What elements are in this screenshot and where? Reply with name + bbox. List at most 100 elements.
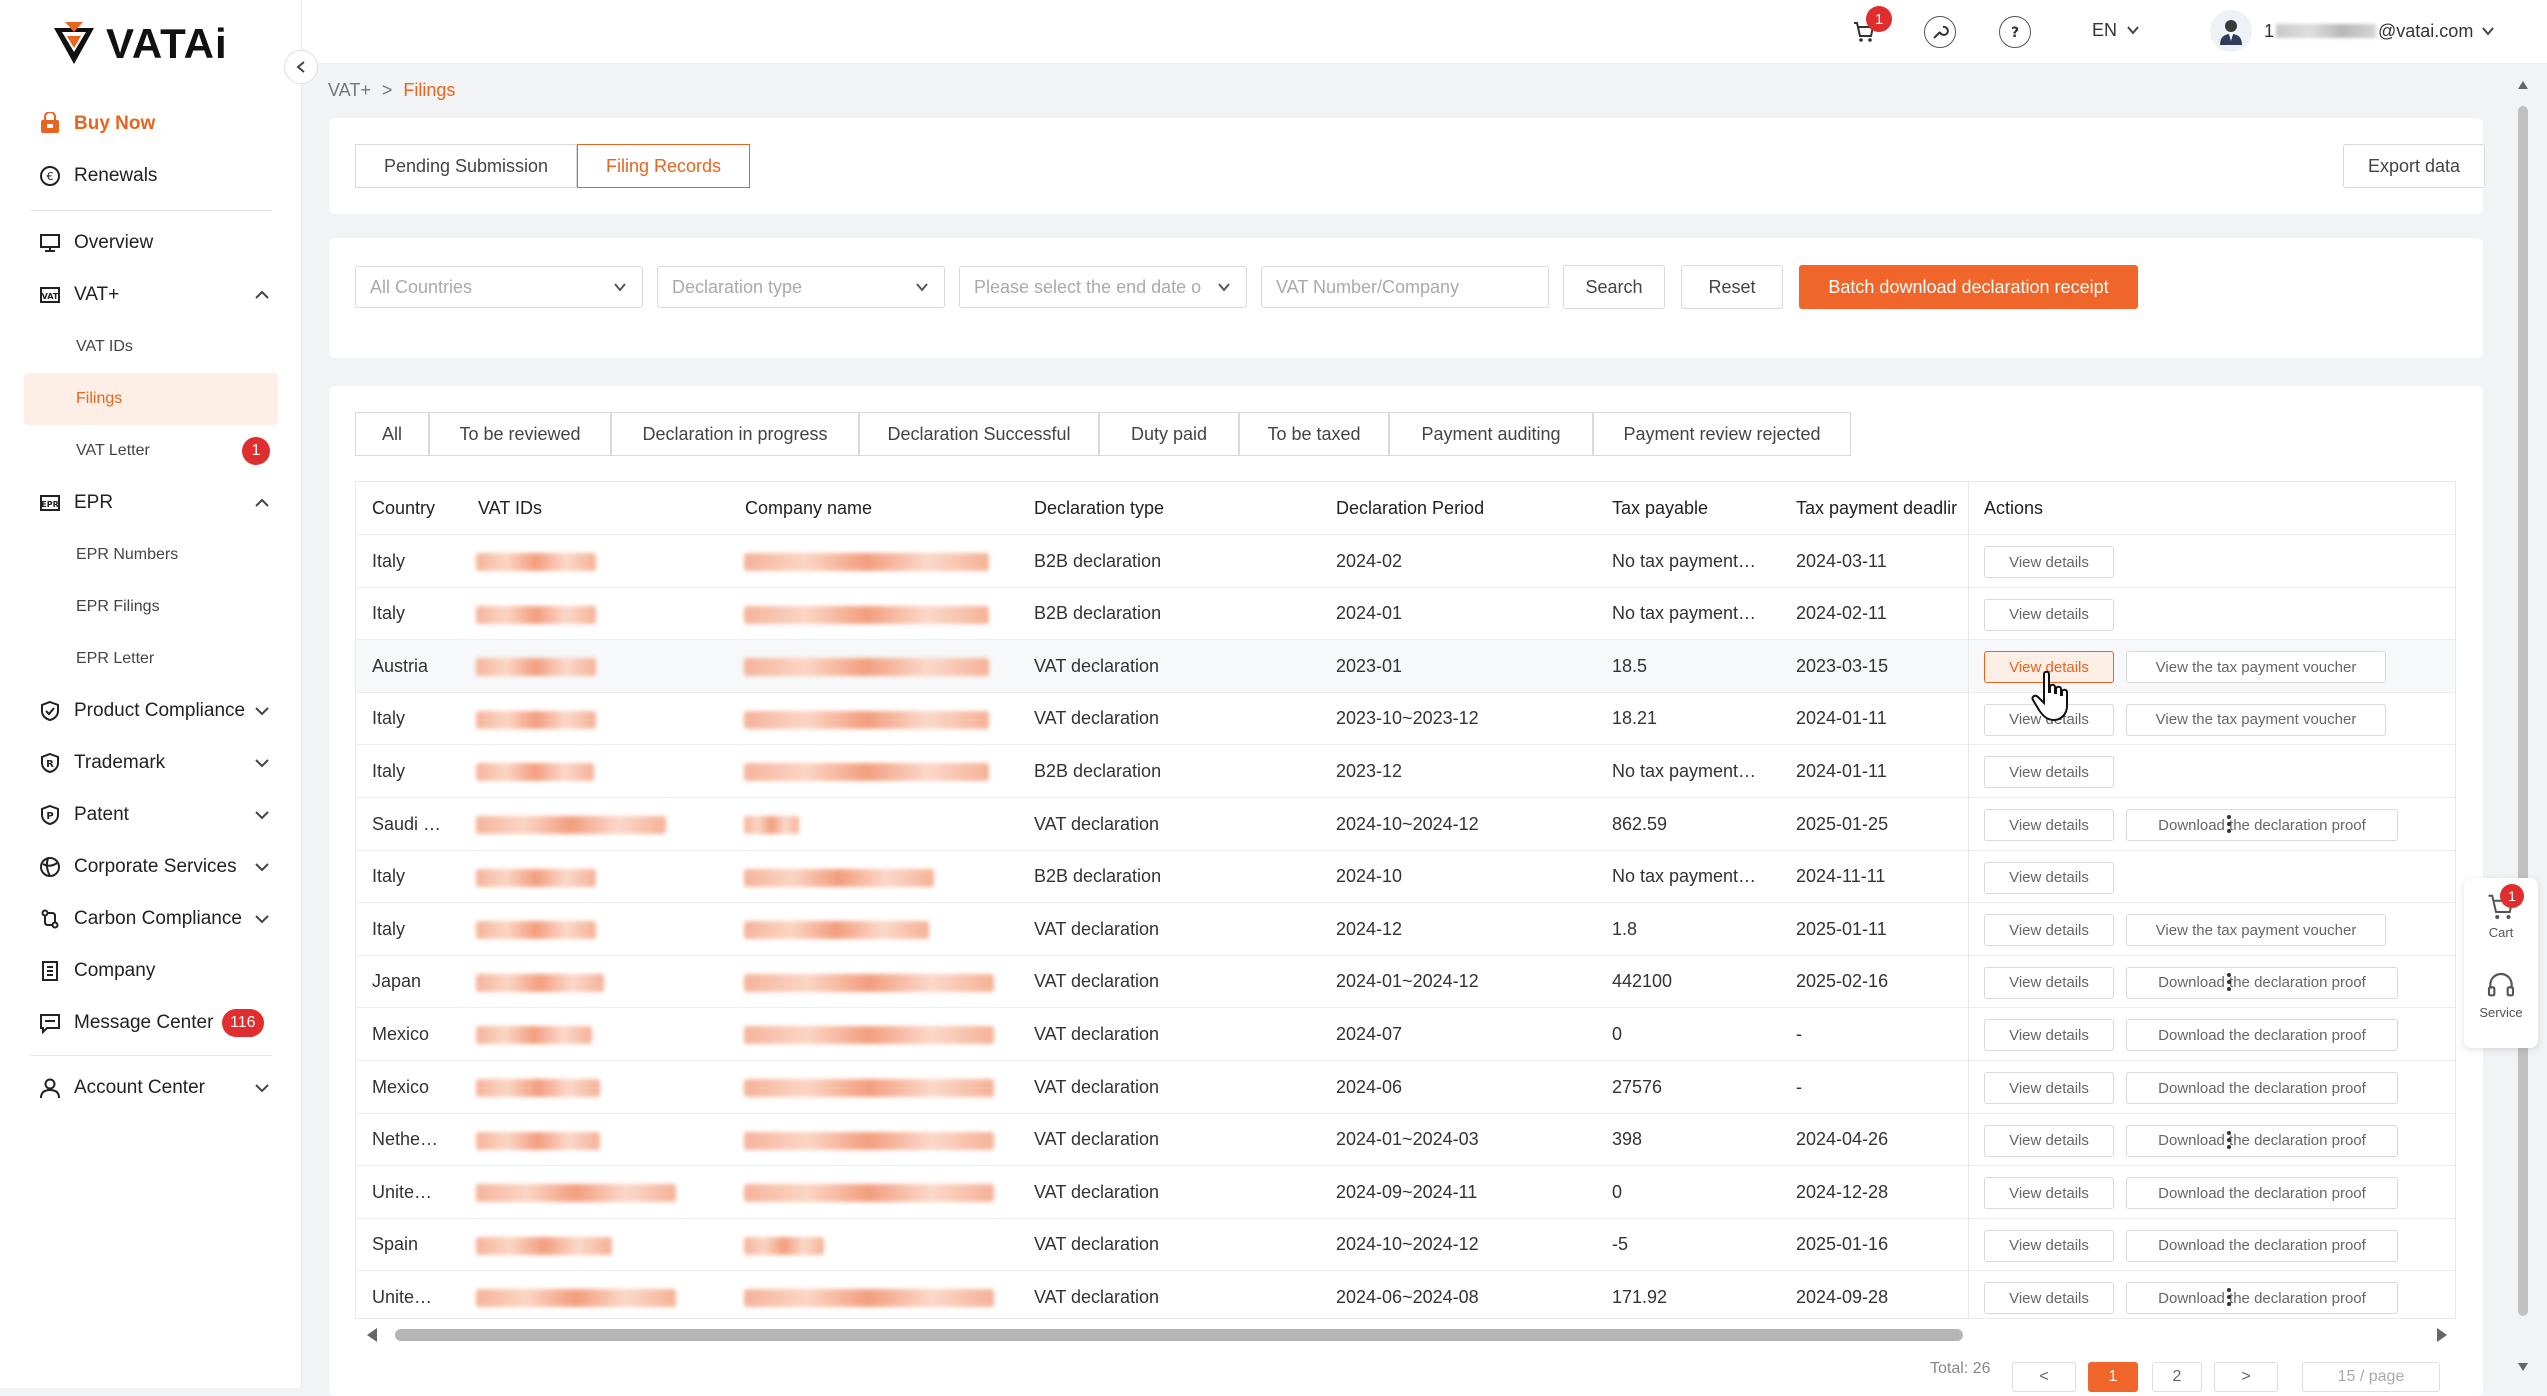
column-header-tax-payable: Tax payable [1612, 497, 1709, 518]
sidebar-item-renewals[interactable]: € Renewals [0, 148, 302, 204]
status-tab-to-be-reviewed[interactable]: To be reviewed [429, 412, 611, 456]
more-actions-icon[interactable] [2219, 1285, 2239, 1311]
tab-pending-submission[interactable]: Pending Submission [355, 144, 577, 188]
chevron-down-icon[interactable] [252, 1078, 272, 1098]
divider [30, 1055, 272, 1056]
sidebar-item-epr-filings[interactable]: EPR Filings [0, 581, 302, 633]
download-declaration-proof-button[interactable]: Download the declaration proof [2126, 1229, 2398, 1262]
view-details-button[interactable]: View details [1984, 1124, 2114, 1157]
brand-logo[interactable]: VATAi [48, 18, 228, 70]
end-date-select[interactable]: Please select the end date o [959, 266, 1247, 308]
view-details-button[interactable]: View details [1984, 1177, 2114, 1210]
sidebar-item-overview[interactable]: Overview [0, 217, 302, 269]
float-service-button[interactable]: Service [2464, 970, 2538, 1020]
tools-button[interactable] [1924, 16, 1956, 48]
declaration-type-select[interactable]: Declaration type [657, 266, 945, 308]
sidebar-item-account-center[interactable]: Account Center [0, 1062, 302, 1114]
tab-filing-records[interactable]: Filing Records [577, 144, 750, 188]
status-tab-declaration-in-progress[interactable]: Declaration in progress [611, 412, 859, 456]
sidebar-item-corporate-services[interactable]: Corporate Services [0, 841, 302, 893]
horizontal-scroll-thumb[interactable] [395, 1329, 1963, 1341]
collapse-sidebar-button[interactable] [284, 50, 318, 84]
view-details-button[interactable]: View details [1984, 1072, 2114, 1104]
scroll-right-icon[interactable] [2435, 1326, 2449, 1344]
sidebar-item-company[interactable]: Company [0, 945, 302, 997]
user-menu[interactable]: 1 @vatai.com [2210, 10, 2495, 52]
vertical-scroll-thumb[interactable] [2518, 106, 2528, 1316]
download-declaration-proof-button[interactable]: Download the declaration proof [2126, 1177, 2398, 1210]
breadcrumb-root[interactable]: VAT+ [328, 80, 371, 100]
view-details-button[interactable]: View details [1984, 914, 2114, 947]
view-details-button[interactable]: View details [1984, 809, 2114, 841]
status-tab-payment-review-rejected[interactable]: Payment review rejected [1593, 412, 1851, 456]
sidebar-item-vat-letter[interactable]: VAT Letter 1 [0, 425, 302, 477]
cell-country: Nethe… [372, 1129, 439, 1150]
download-declaration-proof-button[interactable]: Download the declaration proof [2126, 809, 2398, 841]
chevron-down-icon[interactable] [252, 805, 272, 825]
horizontal-scrollbar[interactable] [365, 1326, 2450, 1344]
chevron-down-icon[interactable] [252, 701, 272, 721]
sidebar-item-carbon-compliance[interactable]: Carbon Compliance [0, 893, 302, 945]
view-tax-payment-voucher-button[interactable]: View the tax payment voucher [2126, 703, 2386, 736]
chevron-down-icon[interactable] [252, 909, 272, 929]
sidebar-item-epr-letter[interactable]: EPR Letter [0, 633, 302, 685]
sidebar-item-vat[interactable]: VAT VAT+ [0, 269, 302, 321]
cell-country: Saudi … [372, 813, 442, 834]
globe-icon [38, 855, 62, 879]
sidebar: VATAi Buy Now € Renewals Overview VAT VA… [0, 0, 302, 1388]
view-details-button[interactable]: View details [1984, 1019, 2114, 1052]
view-tax-payment-voucher-button[interactable]: View the tax payment voucher [2126, 914, 2386, 947]
download-declaration-proof-button[interactable]: Download the declaration proof [2126, 966, 2398, 999]
sidebar-item-epr[interactable]: EPR EPR [0, 477, 302, 529]
sidebar-item-product-compliance[interactable]: Product Compliance [0, 685, 302, 737]
vertical-scrollbar[interactable] [2516, 70, 2530, 1388]
sidebar-item-buy-now[interactable]: Buy Now [0, 100, 302, 148]
view-details-button[interactable]: View details [1984, 861, 2114, 894]
float-cart-button[interactable]: 1 Cart [2464, 884, 2538, 940]
view-details-button[interactable]: View details [1984, 1282, 2114, 1315]
status-tab-payment-auditing[interactable]: Payment auditing [1389, 412, 1593, 456]
scroll-up-icon[interactable] [2516, 78, 2530, 92]
batch-download-button[interactable]: Batch download declaration receipt [1799, 265, 2138, 309]
svg-text:?: ? [2011, 25, 2019, 41]
sidebar-item-message-center[interactable]: Message Center 116 [0, 997, 302, 1049]
countries-select[interactable]: All Countries [355, 266, 643, 308]
view-details-button[interactable]: View details [1984, 966, 2114, 999]
chevron-up-icon[interactable] [252, 285, 272, 305]
status-tab-declaration-successful[interactable]: Declaration Successful [859, 412, 1099, 456]
sidebar-item-epr-numbers[interactable]: EPR Numbers [0, 529, 302, 581]
more-actions-icon[interactable] [2219, 970, 2239, 996]
language-select[interactable]: EN [2092, 20, 2140, 41]
status-tab-all[interactable]: All [355, 412, 429, 456]
sidebar-item-trademark[interactable]: R Trademark [0, 737, 302, 789]
sidebar-item-filings[interactable]: Filings [24, 373, 278, 425]
help-button[interactable]: ? [1999, 16, 2031, 48]
download-declaration-proof-button[interactable]: Download the declaration proof [2126, 1072, 2398, 1104]
vat-number-input[interactable]: VAT Number/Company [1261, 266, 1549, 308]
chevron-up-icon[interactable] [252, 493, 272, 513]
view-tax-payment-voucher-button[interactable]: View the tax payment voucher [2126, 651, 2386, 684]
cart-button[interactable]: 1 [1848, 6, 1892, 48]
scroll-down-icon[interactable] [2516, 1360, 2530, 1374]
chevron-down-icon[interactable] [252, 857, 272, 877]
more-actions-icon[interactable] [2219, 812, 2239, 838]
download-declaration-proof-button[interactable]: Download the declaration proof [2126, 1282, 2398, 1315]
view-details-button[interactable]: View details [1984, 756, 2114, 789]
download-declaration-proof-button[interactable]: Download the declaration proof [2126, 1019, 2398, 1052]
status-tab-duty-paid[interactable]: Duty paid [1099, 412, 1239, 456]
filings-table: Country VAT IDs Company name Declaration… [355, 481, 2456, 1319]
search-button[interactable]: Search [1563, 265, 1665, 309]
chevron-down-icon[interactable] [252, 753, 272, 773]
scroll-left-icon[interactable] [365, 1326, 379, 1344]
export-data-button[interactable]: Export data [2343, 144, 2485, 188]
status-tab-to-be-taxed[interactable]: To be taxed [1239, 412, 1389, 456]
sidebar-item-patent[interactable]: P Patent [0, 789, 302, 841]
view-details-button[interactable]: View details [1984, 598, 2114, 631]
more-actions-icon[interactable] [2219, 1128, 2239, 1154]
column-header-tax-payment-deadline: Tax payment deadlir [1796, 497, 1958, 518]
sidebar-item-vat-ids[interactable]: VAT IDs [0, 321, 302, 373]
view-details-button[interactable]: View details [1984, 1229, 2114, 1262]
reset-button[interactable]: Reset [1681, 265, 1783, 309]
download-declaration-proof-button[interactable]: Download the declaration proof [2126, 1124, 2398, 1157]
view-details-button[interactable]: View details [1984, 546, 2114, 578]
